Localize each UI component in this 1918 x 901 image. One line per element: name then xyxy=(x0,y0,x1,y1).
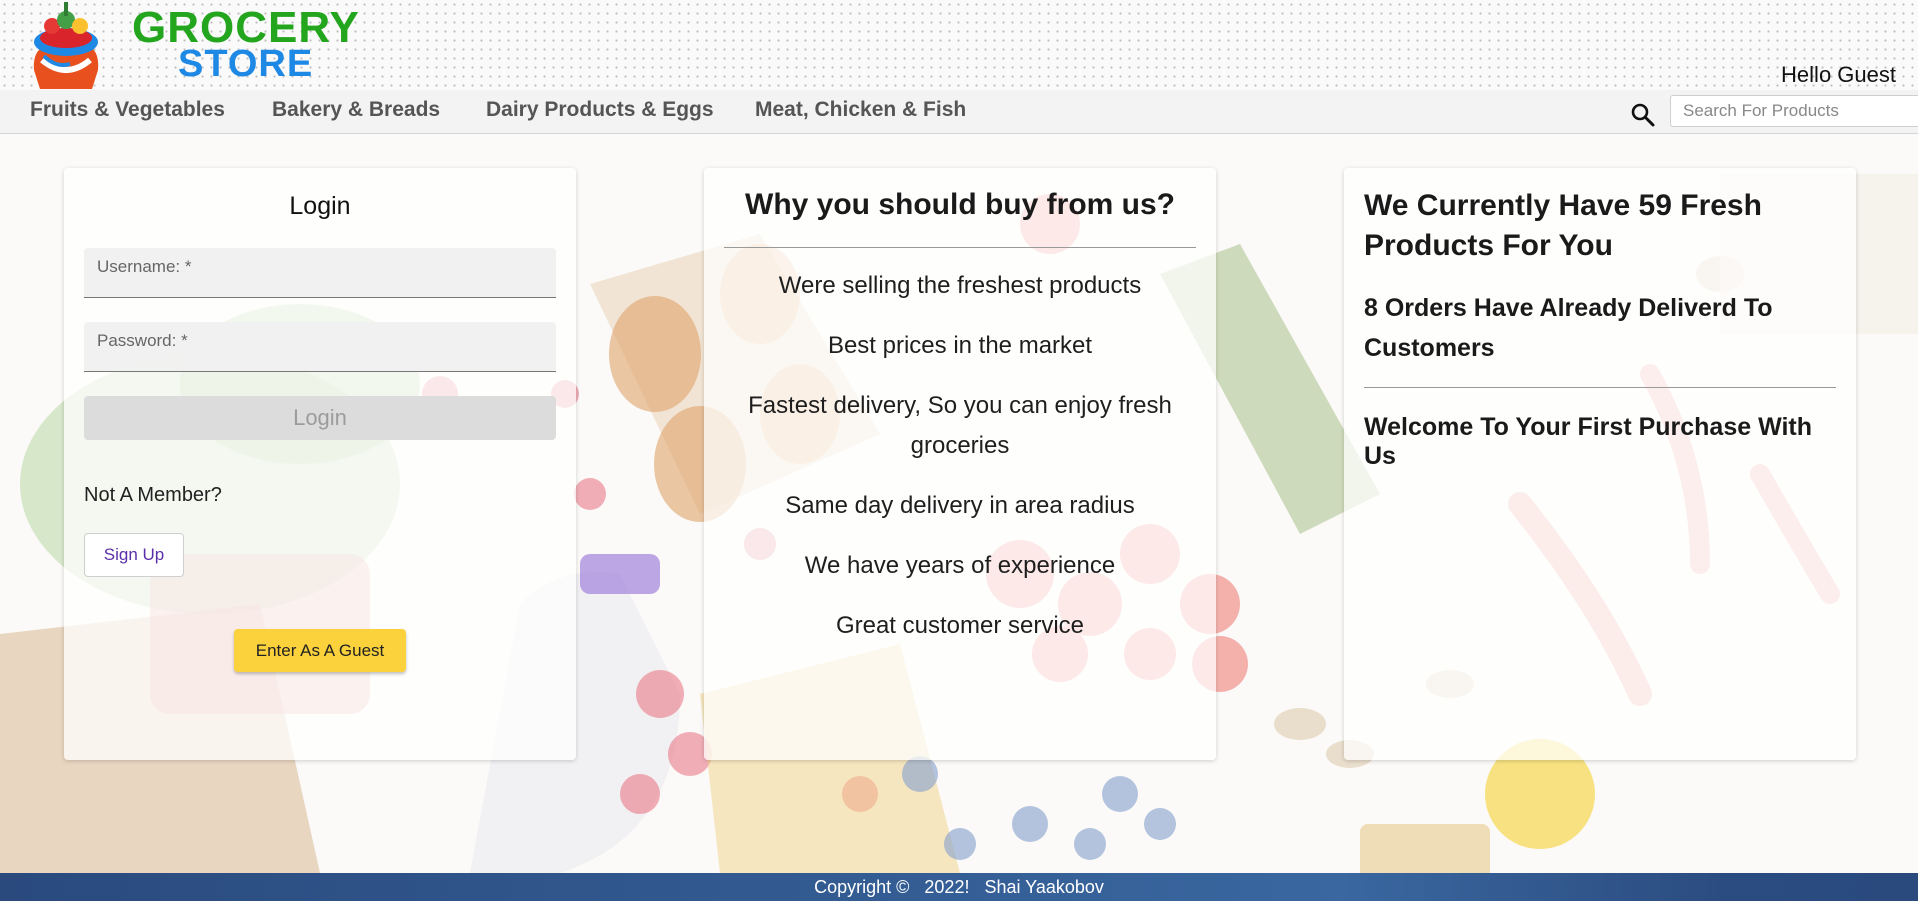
password-field[interactable]: Password: * xyxy=(84,322,556,372)
login-card: Login Username: * Password: * Login Not … xyxy=(64,168,576,760)
divider xyxy=(1364,387,1836,388)
reasons-list: Were selling the freshest products Best … xyxy=(734,266,1186,666)
why-title: Why you should buy from us? xyxy=(745,188,1175,221)
search-icon[interactable] xyxy=(1630,102,1656,128)
enter-as-guest-button[interactable]: Enter As A Guest xyxy=(234,629,406,672)
username-label: Username: * xyxy=(97,257,192,276)
reason-item: Fastest delivery, So you can enjoy fresh… xyxy=(748,392,1172,459)
nav-item-fruits-vegetables[interactable]: Fruits & Vegetables xyxy=(30,98,225,122)
brand-name-store: STORE xyxy=(178,43,314,85)
store-stats-card: We Currently Have 59 Fresh Products For … xyxy=(1344,168,1856,760)
footer: Copyright © 2022! Shai Yaakobov xyxy=(0,873,1918,901)
copyright-text: Copyright © 2022! Shai Yaakobov xyxy=(814,877,1104,897)
search-input[interactable] xyxy=(1670,95,1918,127)
nav-item-meat-chicken-fish[interactable]: Meat, Chicken & Fish xyxy=(755,98,966,122)
username-field[interactable]: Username: * xyxy=(84,248,556,298)
reason-item: Were selling the freshest products xyxy=(778,272,1142,299)
not-member-text: Not A Member? xyxy=(84,484,222,506)
divider xyxy=(724,247,1196,248)
login-title: Login xyxy=(289,192,351,220)
sign-up-button[interactable]: Sign Up xyxy=(84,533,184,577)
reason-item: Same day delivery in area radius xyxy=(785,492,1135,519)
greeting-text: Hello Guest xyxy=(1781,62,1896,87)
login-button[interactable]: Login xyxy=(84,396,556,440)
category-nav: Fruits & Vegetables Bakery & Breads Dair… xyxy=(0,90,1918,134)
reason-item: Great customer service xyxy=(835,612,1085,639)
why-buy-card: Why you should buy from us? Were selling… xyxy=(704,168,1216,760)
welcome-text: Welcome To Your First Purchase With Us xyxy=(1364,413,1813,470)
nav-item-dairy-eggs[interactable]: Dairy Products & Eggs xyxy=(486,98,714,122)
products-count-text: We Currently Have 59 Fresh Products For … xyxy=(1364,189,1762,262)
grocery-basket-logo[interactable] xyxy=(30,0,102,89)
reason-item: Best prices in the market xyxy=(827,332,1093,359)
header: GROCERY STORE Hello Guest xyxy=(0,0,1918,90)
password-label: Password: * xyxy=(97,331,188,350)
reason-item: We have years of experience xyxy=(804,552,1116,579)
orders-count-text: 8 Orders Have Already Deliverd To Custom… xyxy=(1364,294,1773,362)
nav-item-bakery-breads[interactable]: Bakery & Breads xyxy=(272,98,440,122)
